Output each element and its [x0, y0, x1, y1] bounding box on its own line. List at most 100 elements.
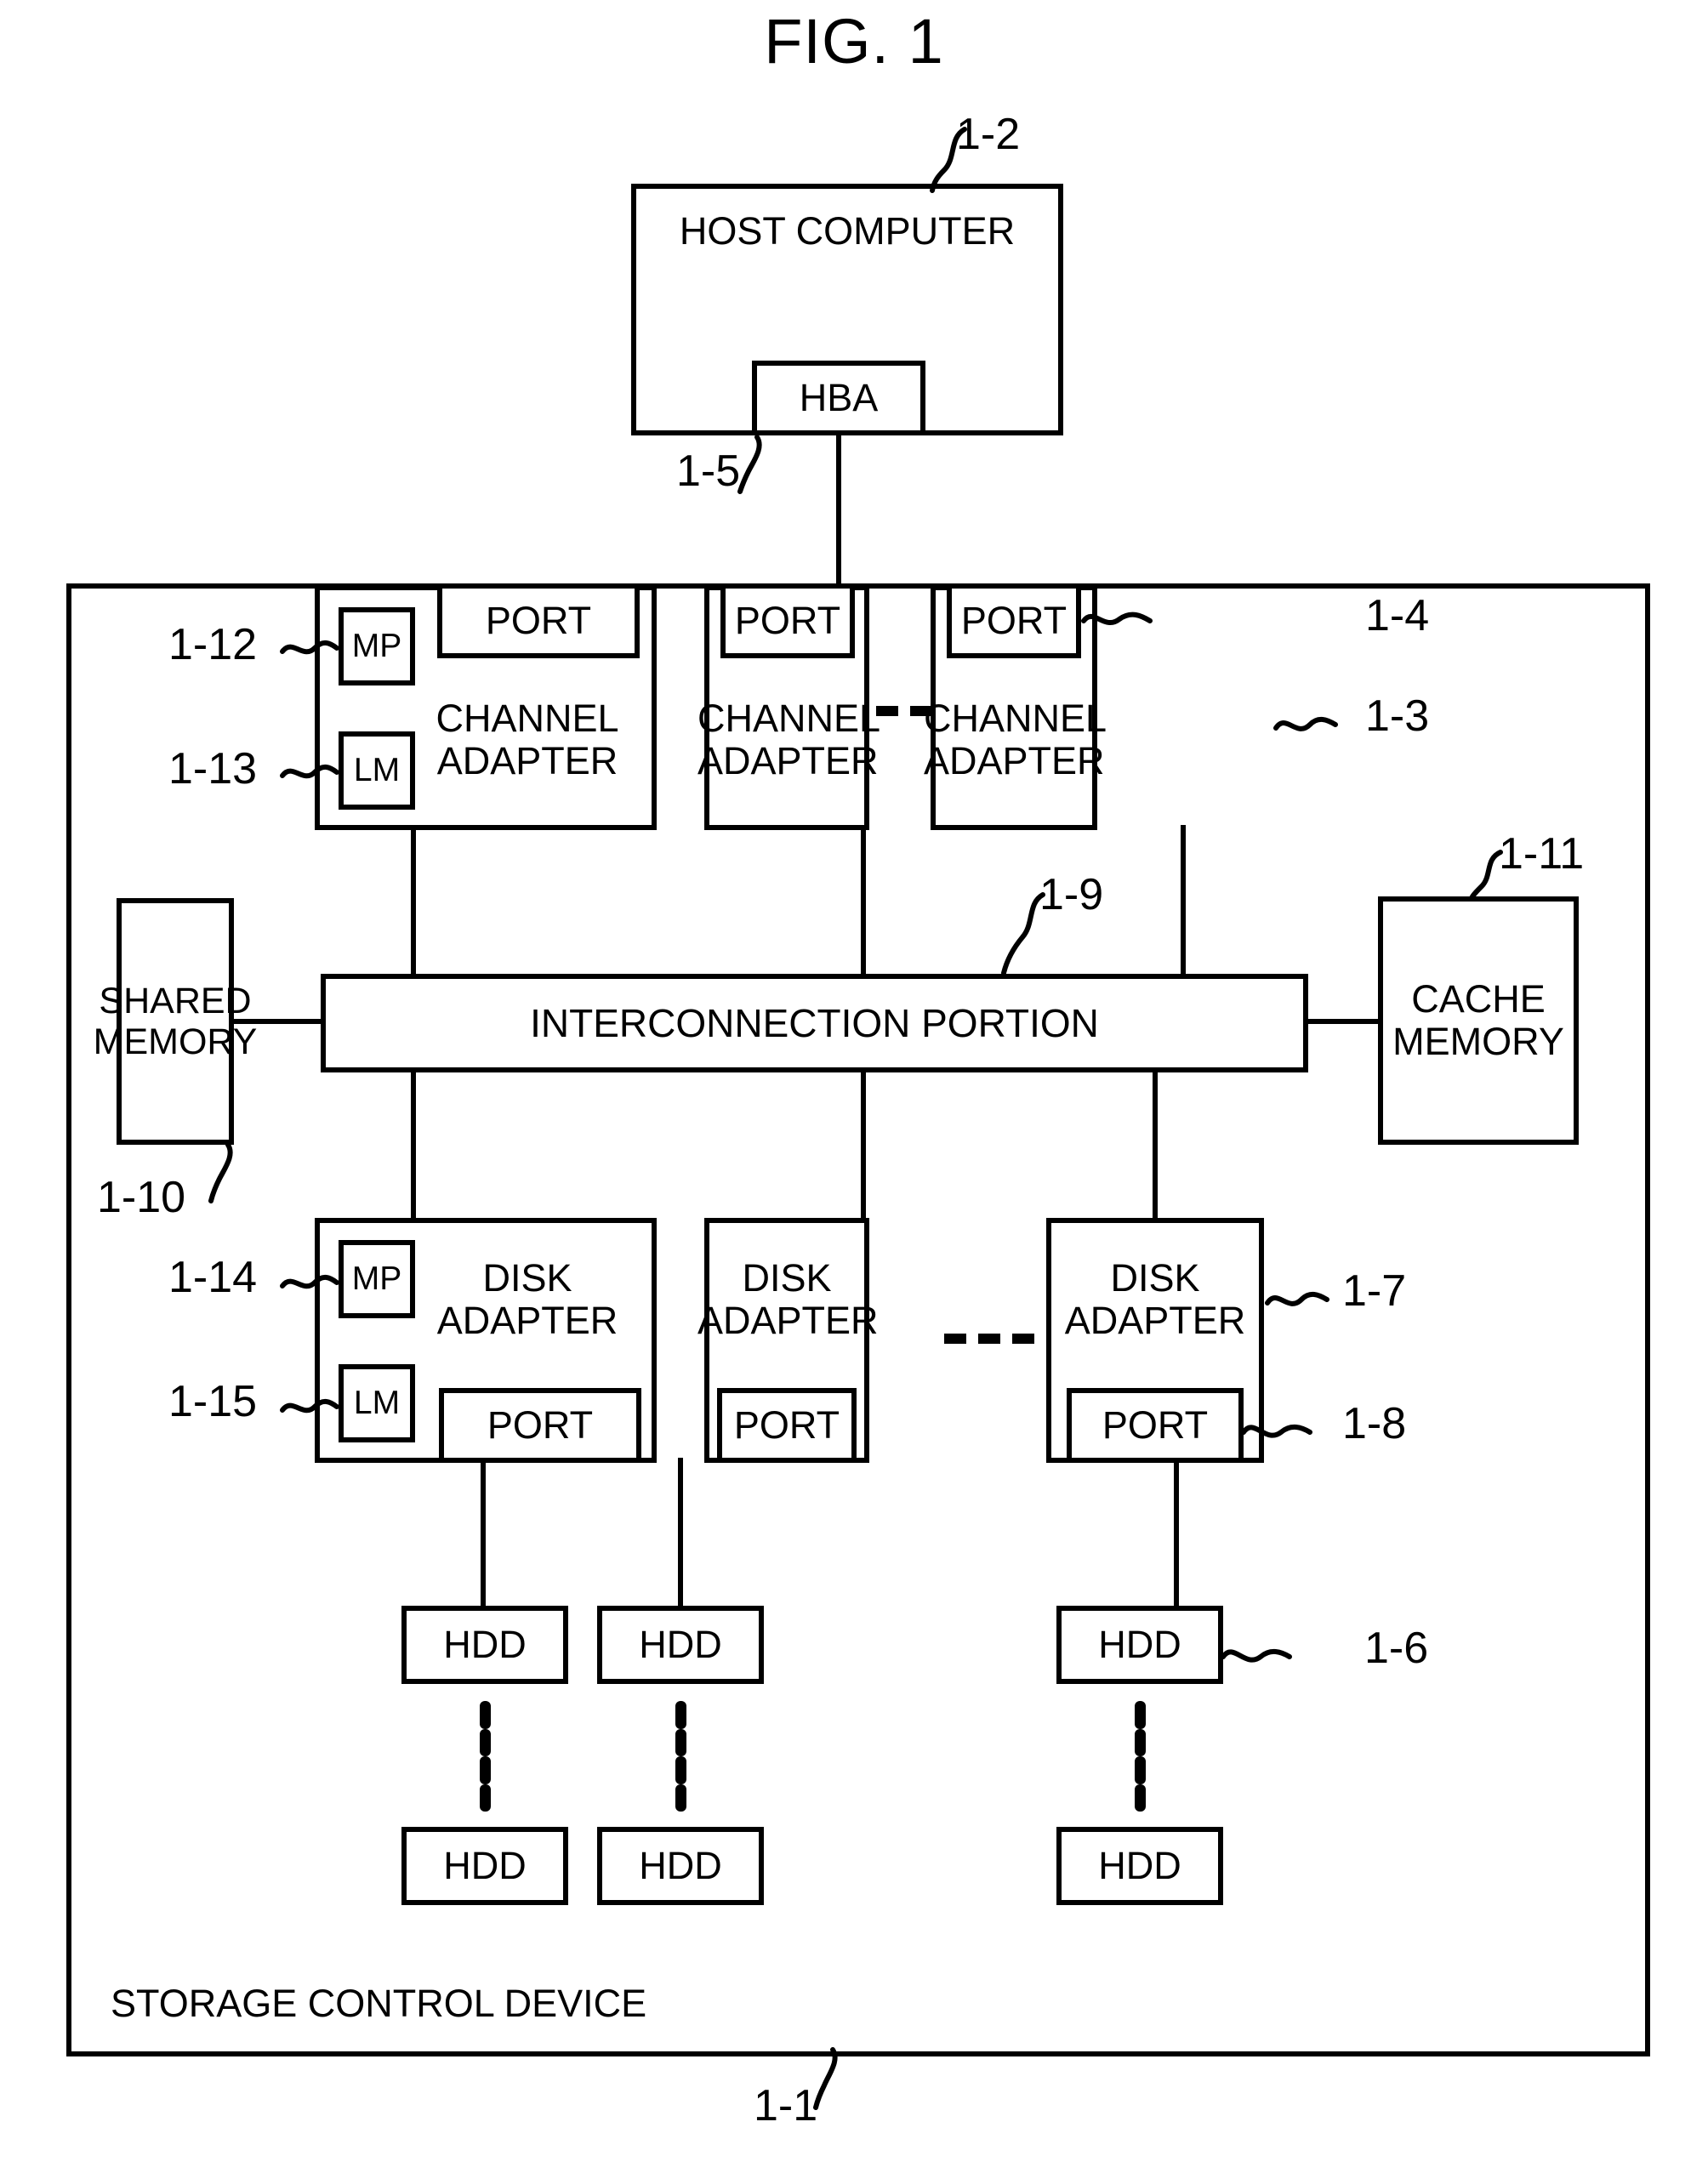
storage-control-device-label: STORAGE CONTROL DEVICE	[111, 1982, 647, 2025]
host-computer-label: HOST COMPUTER	[679, 209, 1016, 253]
leader-disk-adapter-lm	[280, 1399, 339, 1414]
hdd-top-1: HDD	[401, 1606, 568, 1684]
disk-adapter-3-port-label: PORT	[1102, 1403, 1209, 1448]
shared-memory-box: SHARED MEMORY	[94, 898, 257, 1145]
channel-adapter-1-port: PORT	[437, 583, 640, 658]
leader-shared-memory	[208, 1142, 233, 1203]
ref-channel-adapter-mp: 1-12	[168, 620, 258, 669]
shared-memory-label-line2: MEMORY	[93, 1021, 258, 1062]
disk-adapter-3-port: PORT	[1067, 1388, 1244, 1463]
channel-adapter-1-label-line2: ADAPTER	[436, 738, 618, 782]
leader-disk-adapter-port	[1241, 1425, 1312, 1438]
disk-adapter-1-port: PORT	[439, 1388, 641, 1463]
ref-interconnection-portion: 1-9	[1039, 870, 1104, 919]
ref-disk-adapter-port: 1-8	[1342, 1399, 1407, 1448]
leader-cache-memory	[1469, 850, 1503, 901]
channel-adapter-1-port-label: PORT	[485, 599, 592, 643]
hdd-column-2-ellipsis	[675, 1701, 686, 1812]
leader-channel-adapter-port	[1081, 612, 1153, 626]
leader-storage-control-device	[813, 2047, 838, 2110]
ref-hdd: 1-6	[1364, 1624, 1429, 1673]
channel-adapter-2-port: PORT	[720, 583, 855, 658]
figure-title: FIG. 1	[764, 6, 944, 77]
hdd-column-3-ellipsis	[1134, 1701, 1146, 1812]
channel-adapter-3-label-line1: CHANNEL	[924, 697, 1107, 740]
disk-adapter-3-label-line1: DISK	[1110, 1256, 1200, 1300]
figure-canvas: FIG. 1 HOST COMPUTER HBA 1-2 1-5 STORAGE…	[0, 0, 1708, 2173]
disk-adapter-1-mp-label: MP	[351, 1260, 402, 1298]
disk-adapter-2-port-label: PORT	[733, 1403, 840, 1448]
leader-channel-adapter-mp	[280, 640, 339, 655]
leader-hba	[737, 435, 762, 494]
disk-adapter-1-label: DISK ADAPTER	[400, 1257, 655, 1341]
disk-adapter-2-port: PORT	[717, 1388, 857, 1463]
ref-disk-adapter: 1-7	[1342, 1266, 1407, 1316]
leader-host-computer	[930, 127, 967, 193]
cache-memory-label-line2: MEMORY	[1392, 1020, 1564, 1063]
hdd-bottom-3-label: HDD	[1098, 1844, 1181, 1888]
shared-memory-to-interconnect-line	[232, 1019, 324, 1024]
ref-storage-control-device: 1-1	[754, 2081, 818, 2130]
ref-channel-adapter-port: 1-4	[1365, 591, 1430, 640]
ref-disk-adapter-lm: 1-15	[168, 1377, 258, 1426]
ref-hba: 1-5	[676, 447, 741, 496]
disk-adapter-2-label-line1: DISK	[742, 1256, 832, 1300]
hdd-column-1-ellipsis	[479, 1701, 491, 1812]
da1-to-hdd-line	[481, 1458, 486, 1607]
channel-adapter-1-lm-label: LM	[353, 752, 401, 789]
interconnection-portion-box: INTERCONNECTION PORTION	[321, 974, 1308, 1072]
channel-adapter-2-port-label: PORT	[734, 599, 841, 643]
hdd-bottom-1-label: HDD	[443, 1844, 527, 1888]
interconnect-to-da1-line	[411, 1068, 416, 1221]
hdd-top-1-label: HDD	[443, 1623, 527, 1667]
disk-adapter-1-lm: LM	[339, 1364, 415, 1442]
hdd-bottom-2-label: HDD	[639, 1844, 722, 1888]
channel-adapter-3-port-label: PORT	[960, 599, 1068, 643]
interconnection-portion-label: INTERCONNECTION PORTION	[530, 1000, 1099, 1045]
channel-adapter-3-port: PORT	[947, 583, 1081, 658]
channel-adapter-1-label-line1: CHANNEL	[436, 697, 619, 740]
hba-label: HBA	[799, 376, 879, 420]
disk-adapter-ellipsis	[944, 1334, 1034, 1344]
leader-disk-adapter-mp	[280, 1275, 339, 1289]
channel-adapter-1-mp: MP	[339, 607, 415, 685]
cache-memory-label: CACHE MEMORY	[1392, 977, 1564, 1064]
disk-adapter-2-label-line2: ADAPTER	[697, 1298, 879, 1342]
da2-to-hdd-line	[678, 1458, 683, 1607]
disk-adapter-1-mp: MP	[339, 1240, 415, 1318]
shared-memory-label-line1: SHARED	[99, 980, 252, 1021]
disk-adapter-1-label-line2: ADAPTER	[436, 1298, 618, 1342]
hdd-bottom-1: HDD	[401, 1827, 568, 1905]
ref-channel-adapter: 1-3	[1365, 691, 1430, 741]
channel-adapter-3-label-line2: ADAPTER	[924, 738, 1105, 782]
channel-adapter-1-mp-label: MP	[351, 628, 402, 665]
hdd-top-3-label: HDD	[1098, 1623, 1181, 1667]
cache-memory-box: CACHE MEMORY	[1378, 896, 1579, 1145]
disk-adapter-1-lm-label: LM	[353, 1385, 401, 1422]
channel-adapter-2-label-line1: CHANNEL	[697, 697, 881, 740]
channel-adapter-1-label: CHANNEL ADAPTER	[400, 697, 655, 782]
leader-channel-adapter-lm	[280, 765, 339, 779]
leader-interconnection-portion	[1001, 892, 1045, 976]
channel-adapter-1-lm: LM	[339, 731, 415, 810]
ref-shared-memory: 1-10	[97, 1173, 186, 1222]
disk-adapter-1-label-line1: DISK	[482, 1256, 572, 1300]
hba-box: HBA	[752, 361, 925, 435]
disk-adapter-1-port-label: PORT	[487, 1403, 594, 1448]
ref-channel-adapter-lm: 1-13	[168, 744, 258, 794]
host-to-port-line	[836, 435, 841, 585]
ca2-to-interconnect-line	[861, 825, 866, 978]
ca1-to-interconnect-line	[411, 825, 416, 978]
leader-hdd	[1221, 1649, 1292, 1663]
ref-disk-adapter-mp: 1-14	[168, 1253, 258, 1302]
da3-to-hdd-line	[1174, 1458, 1179, 1607]
interconnect-to-da3-line	[1153, 1068, 1158, 1221]
hdd-bottom-2: HDD	[597, 1827, 764, 1905]
leader-channel-adapter	[1273, 717, 1338, 731]
ca3-to-interconnect-line	[1181, 825, 1186, 978]
hdd-top-2-label: HDD	[639, 1623, 722, 1667]
interconnect-to-da2-line	[861, 1068, 866, 1221]
disk-adapter-3-label-line2: ADAPTER	[1064, 1298, 1246, 1342]
hdd-top-2: HDD	[597, 1606, 764, 1684]
leader-disk-adapter	[1265, 1292, 1329, 1306]
